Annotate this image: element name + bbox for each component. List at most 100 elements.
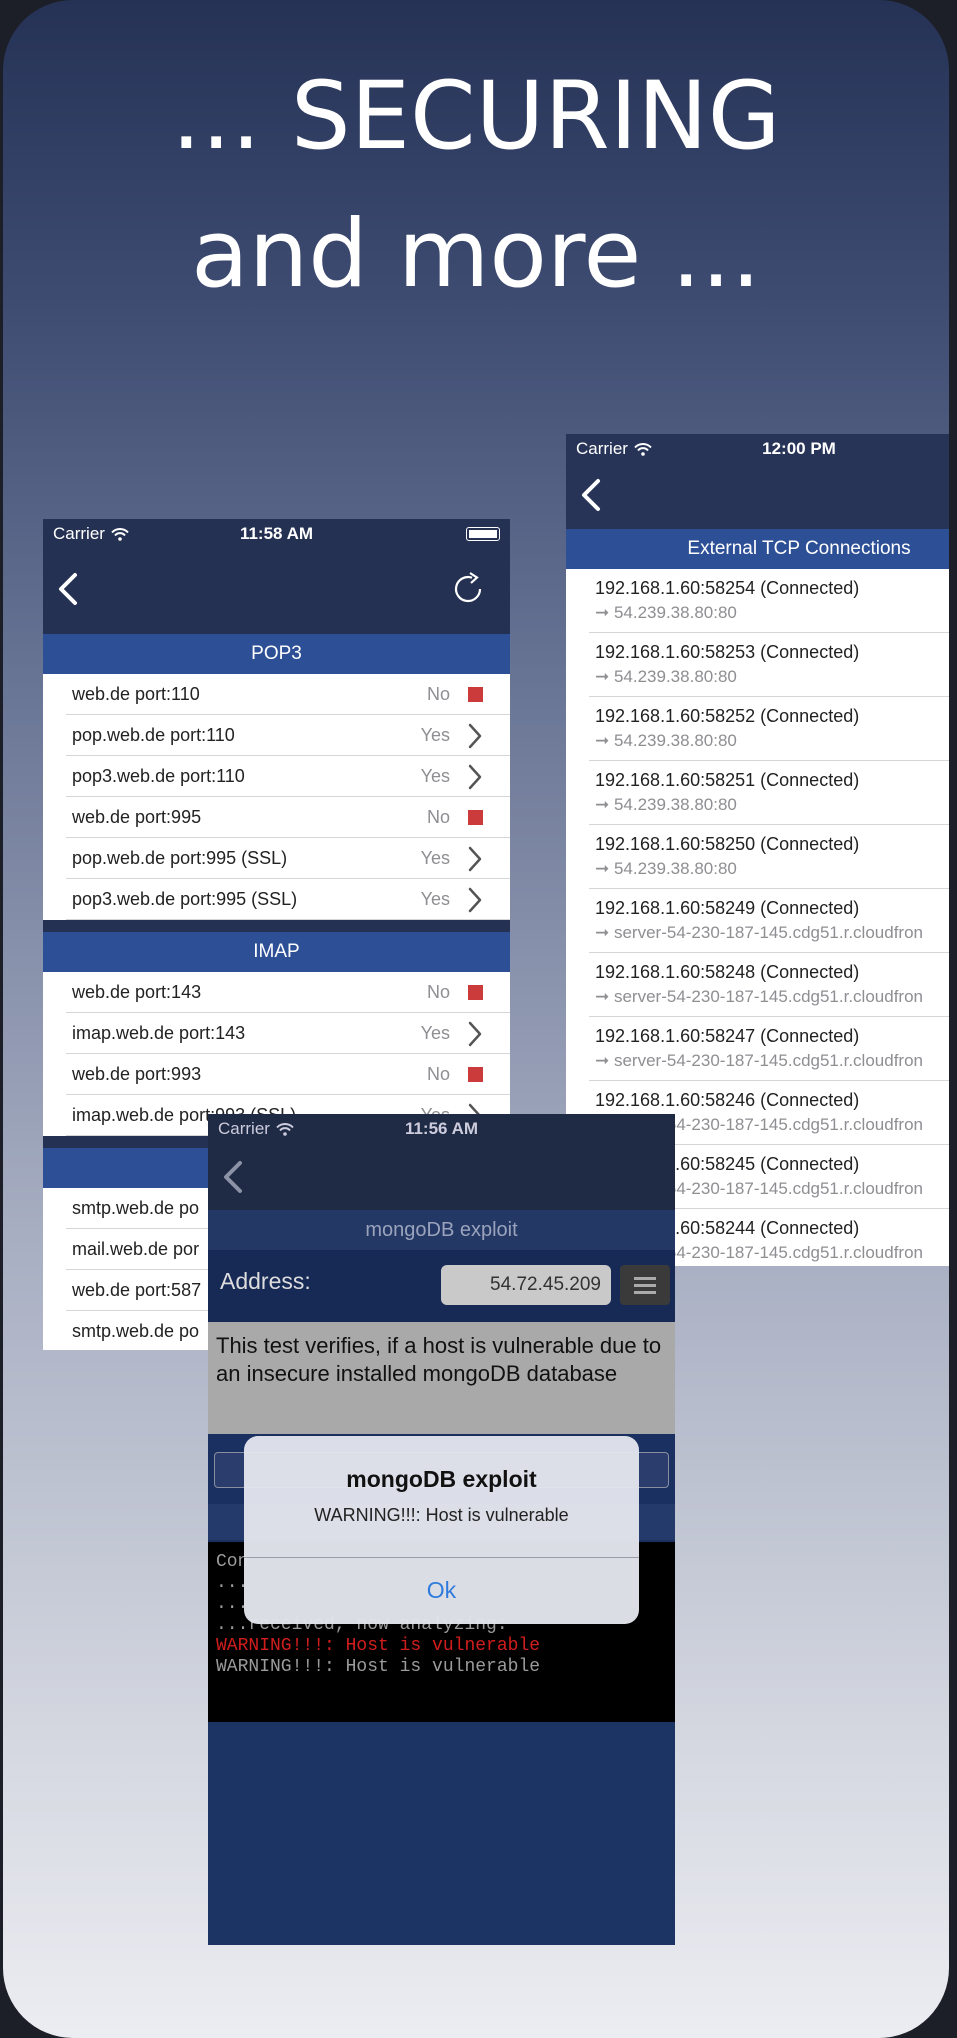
local-endpoint: 192.168.1.60:58253 (Connected) — [595, 642, 860, 662]
status-time: 11:56 AM — [404, 1119, 479, 1138]
connection-row[interactable]: 192.168.1.60:58251 (Connected) ➞ 54.239.3… — [566, 761, 949, 825]
alert-title: mongoDB exploit — [346, 1466, 537, 1492]
connection-row[interactable]: 192.168.1.60:58248 (Connected) ➞ server-5… — [566, 953, 949, 1017]
nav-bar — [208, 1144, 675, 1210]
remote-endpoint: ➞ 54.239.38.80:80 — [595, 731, 737, 750]
headline-line-2: and more ... — [191, 200, 761, 309]
chevron-right-icon — [468, 846, 482, 871]
mongodb-header: Carrier 11:56 AM — [208, 1114, 675, 1210]
row-indicator — [464, 764, 486, 789]
host-port-row[interactable]: pop.web.de port:995 (SSL) Yes — [43, 838, 510, 879]
menu-icon[interactable] — [620, 1265, 670, 1305]
open-status: No — [426, 982, 450, 1002]
host-port-label: imap.web.de port:143 — [72, 1023, 246, 1043]
row-indicator — [464, 684, 486, 706]
remote-endpoint: ➞ 54.239.38.80:80 — [595, 667, 737, 686]
remote-endpoint: ➞ 54.239.38.80:80 — [595, 603, 737, 622]
remote-endpoint: ➞ server-54-230-187-145.cdg51.r.cloudfro… — [595, 1051, 923, 1070]
local-endpoint: 192.168.1.60:58254 (Connected) — [595, 578, 860, 598]
host-port-label: pop3.web.de port:110 — [72, 766, 245, 786]
row-indicator — [464, 846, 486, 871]
open-status: No — [426, 684, 450, 704]
open-status: Yes — [420, 766, 450, 786]
console-warning-red: WARNING!!!: Host is vulnerable — [216, 1636, 541, 1656]
promo-headline: ... SECURING and more ... — [3, 48, 949, 324]
status-time: 12:00 PM — [762, 439, 836, 458]
console-warning: WARNING!!!: Host is vulnerable — [216, 1657, 541, 1677]
remote-endpoint: ➞ 54.239.38.80:80 — [595, 859, 737, 878]
status-bar: Carrier 11:58 AM — [43, 519, 510, 549]
connection-row[interactable]: 192.168.1.60:58252 (Connected) ➞ 54.239.3… — [566, 697, 949, 761]
closed-indicator-icon — [467, 687, 483, 702]
host-port-label: web.de port:110 — [72, 684, 200, 704]
status-time: 11:58 AM — [239, 524, 314, 543]
chevron-right-icon — [468, 764, 482, 789]
mongodb-section-header: mongoDB exploit — [208, 1210, 675, 1250]
host-port-row: web.de port:110 No — [43, 674, 510, 715]
ports-header: Carrier 11:58 AM — [43, 519, 510, 634]
closed-indicator-icon — [467, 810, 483, 825]
host-port-label: web.de port:995 — [72, 807, 202, 827]
remote-endpoint: ➞ server-54-230-187-145.cdg51.r.cloudfro… — [595, 987, 923, 1006]
row-indicator — [464, 887, 486, 912]
host-port-label: pop.web.de port:995 (SSL) — [72, 848, 288, 868]
row-indicator — [464, 982, 486, 1004]
nav-bar — [43, 549, 510, 634]
host-port-row[interactable]: imap.web.de port:143 Yes — [43, 1013, 510, 1054]
alert-message: WARNING!!!: Host is vulnerable — [314, 1505, 569, 1525]
connection-row[interactable]: 192.168.1.60:58249 (Connected) ➞ server-5… — [566, 889, 949, 953]
local-endpoint: 192.168.1.60:58248 (Connected) — [595, 962, 860, 982]
open-status: No — [426, 807, 450, 827]
open-status: Yes — [420, 848, 450, 868]
open-status: No — [426, 1064, 450, 1084]
imap-section-header: IMAP — [43, 932, 510, 972]
battery-icon — [466, 527, 500, 541]
row-indicator — [464, 807, 486, 829]
chevron-right-icon — [468, 887, 482, 912]
connection-row[interactable]: 192.168.1.60:58247 (Connected) ➞ server-5… — [566, 1017, 949, 1081]
local-endpoint: 192.168.1.60:58246 (Connected) — [595, 1090, 860, 1110]
host-port-row[interactable]: pop3.web.de port:995 (SSL) Yes — [43, 879, 510, 920]
open-status: Yes — [420, 1023, 450, 1043]
chevron-right-icon — [468, 1021, 482, 1046]
open-status: Yes — [420, 725, 450, 745]
alert-ok-button[interactable]: Ok — [244, 1557, 639, 1624]
host-port-label: web.de port:143 — [72, 982, 202, 1002]
closed-indicator-icon — [467, 985, 483, 1000]
local-endpoint: 192.168.1.60:58252 (Connected) — [595, 706, 860, 726]
host-port-label: pop.web.de port:110 — [72, 725, 235, 745]
connection-row[interactable]: 192.168.1.60:58254 (Connected) ➞ 54.239.3… — [566, 569, 949, 633]
row-indicator — [464, 1064, 486, 1086]
host-port-row: web.de port:995 No — [43, 797, 510, 838]
connection-row[interactable]: 192.168.1.60:58250 (Connected) ➞ 54.239.3… — [566, 825, 949, 889]
host-port-row: web.de port:993 No — [43, 1054, 510, 1095]
test-description: This test verifies, if a host is vulnera… — [208, 1322, 675, 1434]
status-bar: Carrier 11:56 AM — [208, 1114, 675, 1144]
chevron-right-icon — [468, 723, 482, 748]
chevron-left-icon[interactable] — [57, 572, 79, 606]
remote-endpoint: ➞ server-54-230-187-145.cdg51.r.cloudfro… — [595, 923, 923, 942]
nav-bar — [566, 464, 949, 529]
pop3-section-header: POP3 — [43, 634, 510, 674]
local-endpoint: 192.168.1.60:58249 (Connected) — [595, 898, 860, 918]
address-input[interactable]: 54.72.45.209 — [441, 1265, 611, 1305]
imap-list: web.de port:143 No imap.web.de port:143 Yes… — [43, 972, 510, 1136]
headline-line-1: ... SECURING — [171, 62, 781, 171]
tcp-header: Carrier 12:00 PM — [566, 434, 949, 529]
connection-row[interactable]: 192.168.1.60:58253 (Connected) ➞ 54.239.3… — [566, 633, 949, 697]
tcp-section-header: External TCP Connections — [566, 529, 949, 569]
address-row: Address: 54.72.45.209 — [208, 1250, 675, 1322]
row-indicator — [464, 723, 486, 748]
pop3-list: web.de port:110 No pop.web.de port:110 Yes p… — [43, 674, 510, 920]
alert-dialog: mongoDB exploit WARNING!!!: Host is vuln… — [244, 1436, 639, 1624]
host-port-row[interactable]: pop3.web.de port:110 Yes — [43, 756, 510, 797]
chevron-left-icon[interactable] — [222, 1160, 244, 1194]
host-port-label: web.de port:993 — [72, 1064, 202, 1084]
reload-icon[interactable] — [450, 571, 486, 607]
status-bar: Carrier 12:00 PM — [566, 434, 949, 464]
local-endpoint: 192.168.1.60:58250 (Connected) — [595, 834, 860, 854]
local-endpoint: 192.168.1.60:58251 (Connected) — [595, 770, 860, 790]
chevron-left-icon[interactable] — [580, 478, 602, 512]
closed-indicator-icon — [467, 1067, 483, 1082]
host-port-row[interactable]: pop.web.de port:110 Yes — [43, 715, 510, 756]
